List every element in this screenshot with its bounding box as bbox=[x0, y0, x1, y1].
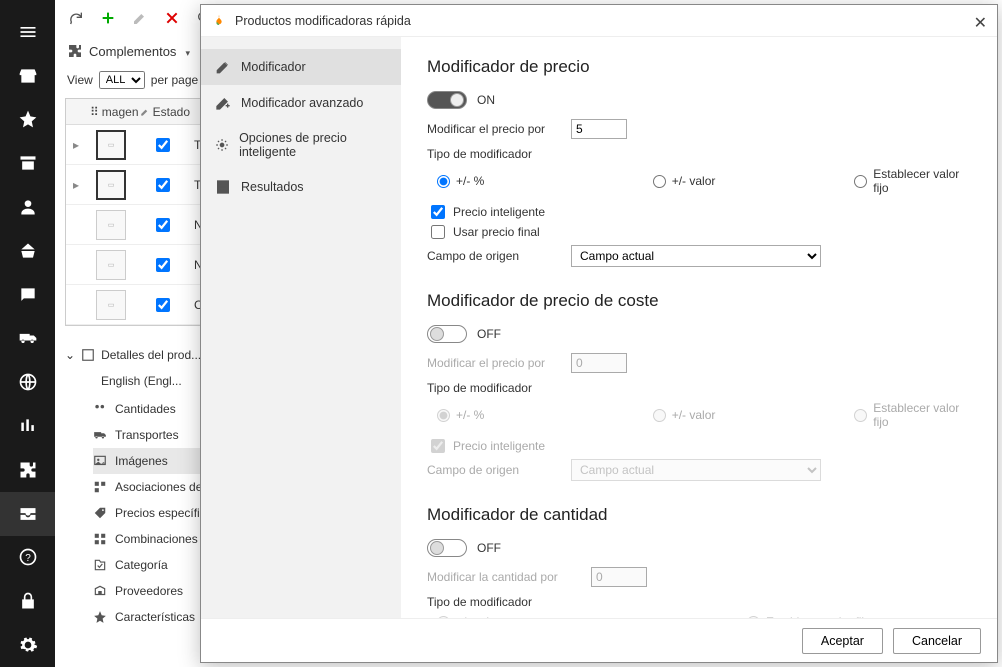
accept-button[interactable]: Aceptar bbox=[802, 628, 883, 654]
store-icon[interactable] bbox=[0, 54, 55, 98]
price-radio-value[interactable]: +/- valor bbox=[653, 174, 795, 188]
archive-icon[interactable] bbox=[0, 141, 55, 185]
complementos-label: Complementos bbox=[89, 44, 176, 59]
quick-modifier-dialog: Productos modificadoras rápida ✕ Modific… bbox=[200, 4, 998, 663]
nav-opciones-precio[interactable]: Opciones de precio inteligente bbox=[201, 121, 401, 169]
nav-modificador-avanzado[interactable]: Modificador avanzado bbox=[201, 85, 401, 121]
cost-source-select: Campo actual bbox=[571, 459, 821, 481]
nav-resultados[interactable]: Resultados bbox=[201, 169, 401, 205]
refresh-icon[interactable] bbox=[67, 9, 85, 27]
qty-toggle[interactable]: OFF bbox=[427, 539, 501, 557]
price-heading: Modificador de precio bbox=[427, 57, 971, 77]
cost-smart-checkbox bbox=[431, 439, 445, 453]
truck-icon[interactable] bbox=[0, 317, 55, 361]
chevron-down-icon bbox=[182, 44, 190, 59]
price-modify-input[interactable] bbox=[571, 119, 627, 139]
user-icon[interactable] bbox=[0, 185, 55, 229]
puzzle-icon[interactable] bbox=[0, 448, 55, 492]
row-checkbox[interactable] bbox=[156, 138, 170, 152]
details-title: Detalles del prod... bbox=[101, 348, 201, 362]
row-checkbox[interactable] bbox=[156, 298, 170, 312]
gear-icon[interactable] bbox=[0, 623, 55, 667]
row-checkbox[interactable] bbox=[156, 218, 170, 232]
cost-radio-value: +/- valor bbox=[653, 408, 795, 422]
qty-heading: Modificador de cantidad bbox=[427, 505, 971, 525]
chevron-down-icon: ⌄ bbox=[65, 348, 75, 362]
menu-icon[interactable] bbox=[0, 10, 55, 54]
row-checkbox[interactable] bbox=[156, 178, 170, 192]
inbox-icon[interactable] bbox=[0, 492, 55, 536]
price-radio-fixed[interactable]: Establecer valor fijo bbox=[854, 167, 971, 195]
price-radio-percent[interactable]: +/- % bbox=[437, 174, 593, 188]
star-icon[interactable] bbox=[0, 98, 55, 142]
cost-radio-fixed: Establecer valor fijo bbox=[854, 401, 971, 429]
app-logo-icon bbox=[211, 13, 227, 29]
dialog-content: Modificador de precio ON Modificar el pr… bbox=[401, 37, 997, 618]
price-source-label: Campo de origen bbox=[427, 249, 557, 263]
globe-icon[interactable] bbox=[0, 360, 55, 404]
delete-icon[interactable] bbox=[163, 9, 181, 27]
stats-icon[interactable] bbox=[0, 404, 55, 448]
nav-modificador[interactable]: Modificador bbox=[201, 49, 401, 85]
price-toggle[interactable]: ON bbox=[427, 91, 495, 109]
price-modify-label: Modificar el precio por bbox=[427, 122, 557, 136]
cost-radio-percent: +/- % bbox=[437, 408, 593, 422]
add-icon[interactable] bbox=[99, 9, 117, 27]
cancel-button[interactable]: Cancelar bbox=[893, 628, 981, 654]
cost-heading: Modificador de precio de coste bbox=[427, 291, 971, 311]
cost-modify-input bbox=[571, 353, 627, 373]
dialog-footer: Aceptar Cancelar bbox=[201, 618, 997, 662]
row-checkbox[interactable] bbox=[156, 258, 170, 272]
col-imagen[interactable]: ⠿ magen bbox=[86, 105, 136, 119]
view-label: View bbox=[67, 73, 93, 87]
basket-icon[interactable] bbox=[0, 229, 55, 273]
dialog-titlebar: Productos modificadoras rápida ✕ bbox=[201, 5, 997, 37]
edit-icon[interactable] bbox=[131, 9, 149, 27]
view-select[interactable]: ALL bbox=[99, 71, 145, 89]
close-button[interactable]: ✕ bbox=[974, 13, 987, 33]
lock-icon[interactable] bbox=[0, 579, 55, 623]
dialog-title: Productos modificadoras rápida bbox=[235, 14, 411, 28]
main-sidebar: ? bbox=[0, 0, 55, 667]
svg-text:?: ? bbox=[25, 554, 31, 565]
chat-icon[interactable] bbox=[0, 273, 55, 317]
col-estado[interactable]: Estado bbox=[136, 105, 190, 119]
qty-modify-input bbox=[591, 567, 647, 587]
dialog-nav: Modificador Modificador avanzado Opcione… bbox=[201, 37, 401, 618]
smart-price-checkbox[interactable] bbox=[431, 205, 445, 219]
price-source-select[interactable]: Campo actual bbox=[571, 245, 821, 267]
cost-toggle[interactable]: OFF bbox=[427, 325, 501, 343]
use-final-checkbox[interactable] bbox=[431, 225, 445, 239]
help-icon[interactable]: ? bbox=[0, 536, 55, 580]
price-type-label: Tipo de modificador bbox=[427, 147, 971, 161]
per-page-label: per page bbox=[151, 73, 198, 87]
